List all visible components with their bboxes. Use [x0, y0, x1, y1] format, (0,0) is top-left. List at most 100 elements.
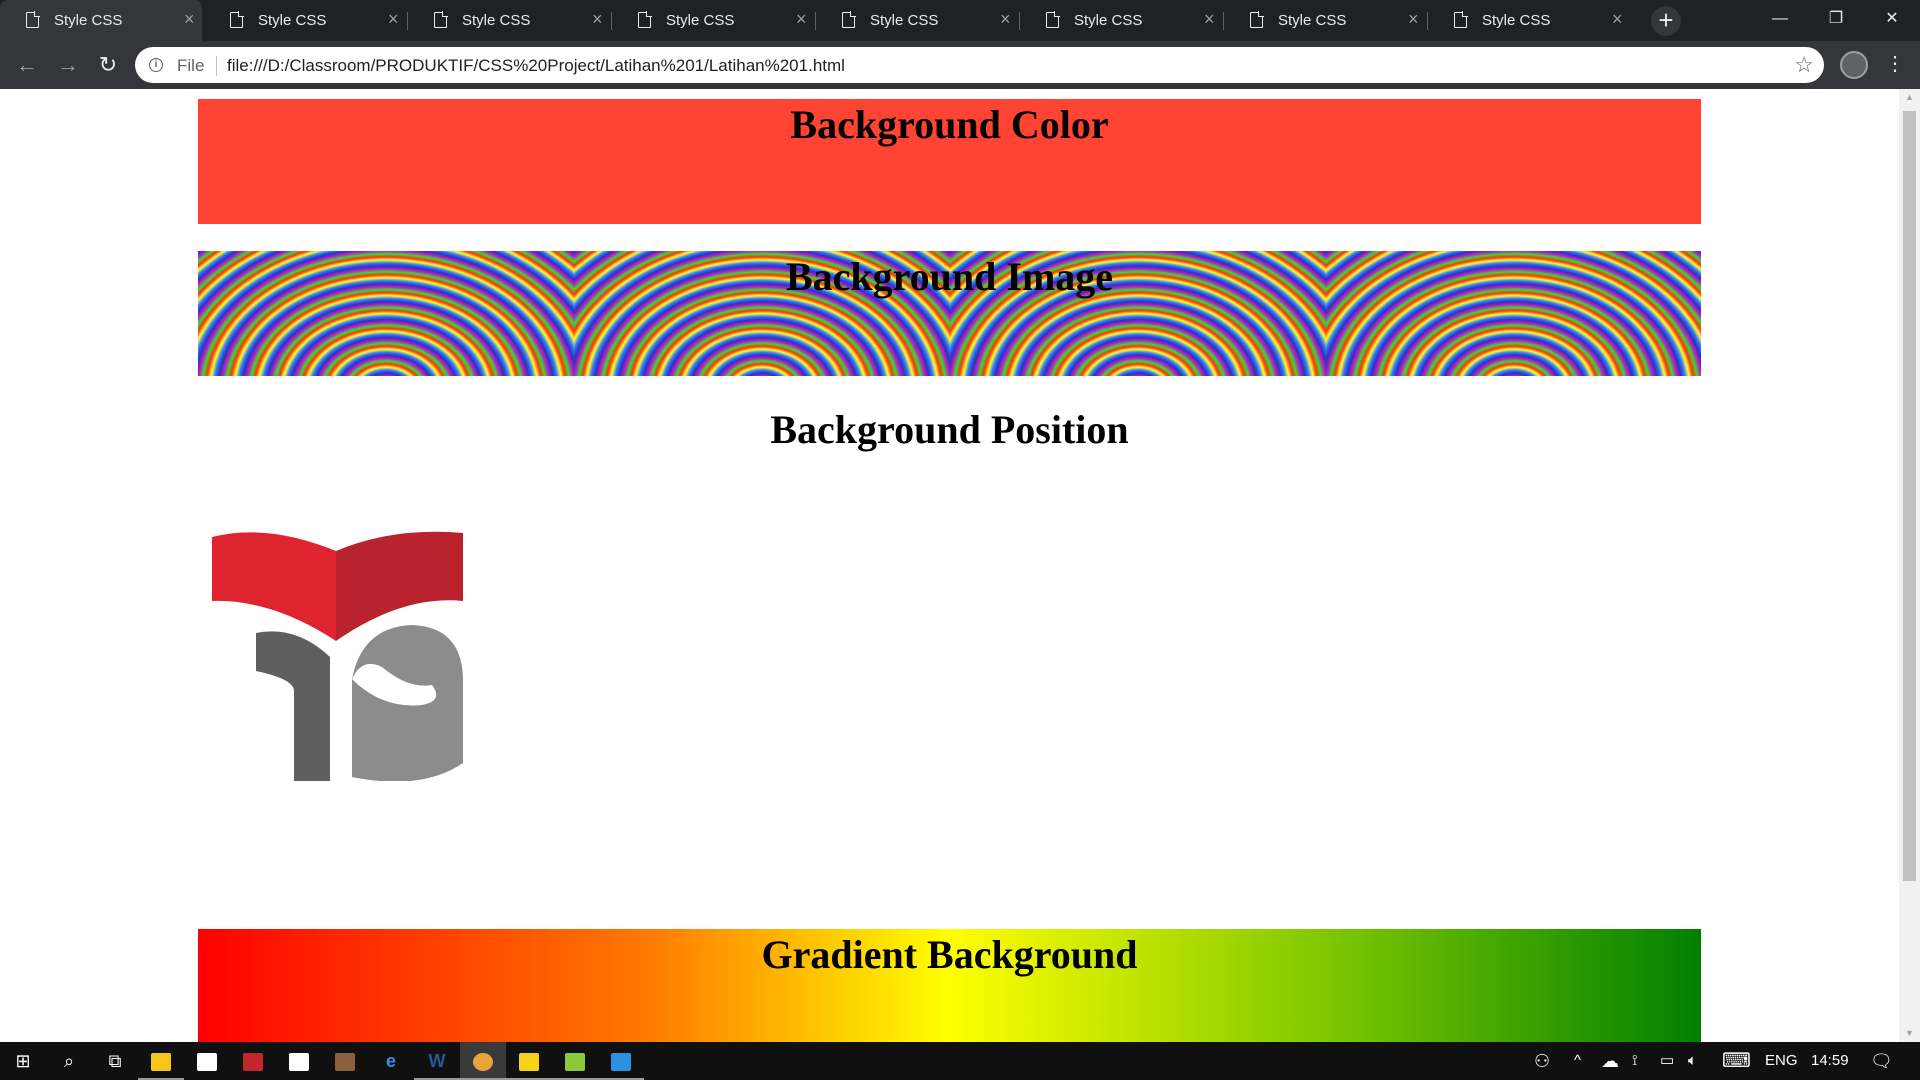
- taskbar-app-icon[interactable]: [322, 1042, 368, 1080]
- url-divider: [216, 56, 217, 76]
- tab-close-icon[interactable]: ×: [1612, 9, 1623, 29]
- school-logo-image: [212, 531, 463, 781]
- tab-title: Style CSS: [54, 12, 123, 29]
- back-button[interactable]: ←: [13, 51, 41, 79]
- page-document-icon: [1454, 11, 1468, 28]
- windows-taskbar: ⚇ ^ ☁ ⟟ ▭ 🔈︎ ⌨ ENG 14:59 🗨︎ ⊞ ⌕ ⧉ e W: [0, 1042, 1920, 1080]
- tab-close-icon[interactable]: ×: [388, 9, 399, 29]
- taskbar-gift-icon[interactable]: [230, 1042, 276, 1080]
- minimize-button[interactable]: —: [1752, 0, 1808, 41]
- notepad-plus-glyph: [565, 1053, 585, 1072]
- browser-tab[interactable]: Style CSS ×: [408, 0, 610, 41]
- taskbar-word-icon[interactable]: W: [414, 1042, 460, 1080]
- taskbar-sticky-notes-icon[interactable]: [506, 1042, 552, 1080]
- tab-close-icon[interactable]: ×: [592, 9, 603, 29]
- input-language-indicator[interactable]: ENG: [1765, 1042, 1798, 1080]
- page-document-icon: [638, 11, 652, 28]
- task-view-glyph: ⧉: [108, 1051, 122, 1071]
- browser-tab[interactable]: Style CSS ×: [1224, 0, 1426, 41]
- page-document-icon: [26, 11, 40, 28]
- vscode-glyph: [611, 1053, 631, 1072]
- browser-tab[interactable]: Style CSS ×: [816, 0, 1018, 41]
- bookmark-star-icon[interactable]: ☆: [1794, 52, 1814, 78]
- tab-close-icon[interactable]: ×: [796, 9, 807, 29]
- wifi-icon[interactable]: ⟟: [1632, 1042, 1638, 1080]
- gradient-background-section: Gradient Background: [198, 929, 1701, 1042]
- reload-button[interactable]: ↻: [94, 51, 122, 79]
- edge-glyph: e: [385, 1051, 396, 1071]
- clock[interactable]: 14:59: [1811, 1042, 1849, 1080]
- browser-menu-button[interactable]: ⋮: [1885, 49, 1905, 79]
- browser-tab[interactable]: Style CSS ×: [0, 0, 202, 41]
- new-tab-button[interactable]: +: [1651, 6, 1681, 36]
- store-glyph: [197, 1053, 217, 1072]
- info-icon[interactable]: i: [149, 58, 163, 72]
- tab-title: Style CSS: [666, 12, 735, 29]
- gradient-background-heading: Gradient Background: [761, 932, 1138, 977]
- taskbar-search-icon[interactable]: ⌕: [46, 1042, 92, 1080]
- background-image-heading: Background Image: [785, 254, 1114, 299]
- page-viewport: Background Color Background Image Backgr…: [0, 89, 1899, 1042]
- tab-close-icon[interactable]: ×: [1408, 9, 1419, 29]
- page-document-icon: [1250, 11, 1264, 28]
- forward-button[interactable]: →: [54, 51, 82, 79]
- page-document-icon: [230, 11, 244, 28]
- url-text[interactable]: file:///D:/Classroom/PRODUKTIF/CSS%20Pro…: [227, 56, 845, 76]
- battery-icon[interactable]: ▭: [1660, 1042, 1674, 1080]
- taskbar-notepad-plus-icon[interactable]: [552, 1042, 598, 1080]
- tab-close-icon[interactable]: ×: [1000, 9, 1011, 29]
- chevron-up-icon[interactable]: ^: [1574, 1042, 1581, 1080]
- vertical-scrollbar[interactable]: ▲ ▼: [1899, 89, 1920, 1042]
- browser-tab[interactable]: Style CSS ×: [204, 0, 406, 41]
- taskbar-vscode-icon[interactable]: [598, 1042, 644, 1080]
- url-scheme: File: [177, 56, 205, 75]
- close-window-button[interactable]: ✕: [1864, 0, 1920, 41]
- volume-icon[interactable]: 🔈︎: [1688, 1042, 1697, 1080]
- tab-title: Style CSS: [870, 12, 939, 29]
- file-explorer-glyph: [151, 1053, 171, 1072]
- tab-title: Style CSS: [462, 12, 531, 29]
- background-position-heading: Background Position: [770, 407, 1129, 452]
- onedrive-cloud-icon[interactable]: ☁: [1601, 1042, 1619, 1080]
- taskbar-store-icon[interactable]: [184, 1042, 230, 1080]
- browser-tab[interactable]: Style CSS ×: [1428, 0, 1630, 41]
- app-glyph: [335, 1053, 355, 1072]
- background-image-section: Background Image: [198, 251, 1701, 376]
- browser-tab[interactable]: Style CSS ×: [1020, 0, 1222, 41]
- mail-glyph: [289, 1053, 309, 1072]
- people-icon[interactable]: ⚇: [1534, 1042, 1550, 1080]
- taskbar-file-explorer-icon[interactable]: [138, 1042, 184, 1080]
- gift-glyph: [243, 1053, 263, 1072]
- tab-title: Style CSS: [258, 12, 327, 29]
- page-document-icon: [434, 11, 448, 28]
- tab-title: Style CSS: [1278, 12, 1347, 29]
- scroll-up-arrow-icon[interactable]: ▲: [1899, 89, 1920, 106]
- browser-tab[interactable]: Style CSS ×: [612, 0, 814, 41]
- action-center-icon[interactable]: 🗨︎: [1870, 1042, 1893, 1080]
- profile-avatar[interactable]: [1840, 51, 1868, 79]
- background-position-section: Background Position: [198, 404, 1701, 924]
- taskbar-task-view-icon[interactable]: ⧉: [92, 1042, 138, 1080]
- taskbar-mail-icon[interactable]: [276, 1042, 322, 1080]
- chrome-glyph: [473, 1053, 493, 1072]
- sticky-notes-glyph: [519, 1053, 539, 1072]
- background-color-heading: Background Color: [790, 102, 1109, 147]
- scrollbar-thumb[interactable]: [1903, 111, 1916, 881]
- tab-close-icon[interactable]: ×: [184, 9, 195, 29]
- scroll-down-arrow-icon[interactable]: ▼: [1899, 1025, 1920, 1042]
- restore-button[interactable]: ❐: [1808, 0, 1864, 41]
- tab-title: Style CSS: [1074, 12, 1143, 29]
- tab-strip: + — ❐ ✕ Style CSS × Style CSS × Style CSS × St…: [0, 0, 1920, 41]
- search-glyph: ⌕: [63, 1051, 75, 1071]
- taskbar-start-icon[interactable]: ⊞: [0, 1042, 46, 1080]
- background-color-section: Background Color: [198, 99, 1701, 224]
- word-glyph: W: [428, 1051, 446, 1071]
- tab-title: Style CSS: [1482, 12, 1551, 29]
- address-bar[interactable]: i File file:///D:/Classroom/PRODUKTIF/CS…: [135, 47, 1824, 83]
- taskbar-edge-icon[interactable]: e: [368, 1042, 414, 1080]
- page-document-icon: [842, 11, 856, 28]
- browser-toolbar: ← → ↻ i File file:///D:/Classroom/PRODUK…: [0, 41, 1920, 89]
- taskbar-chrome-icon[interactable]: [460, 1042, 506, 1080]
- touch-keyboard-icon[interactable]: ⌨: [1722, 1042, 1751, 1080]
- tab-close-icon[interactable]: ×: [1204, 9, 1215, 29]
